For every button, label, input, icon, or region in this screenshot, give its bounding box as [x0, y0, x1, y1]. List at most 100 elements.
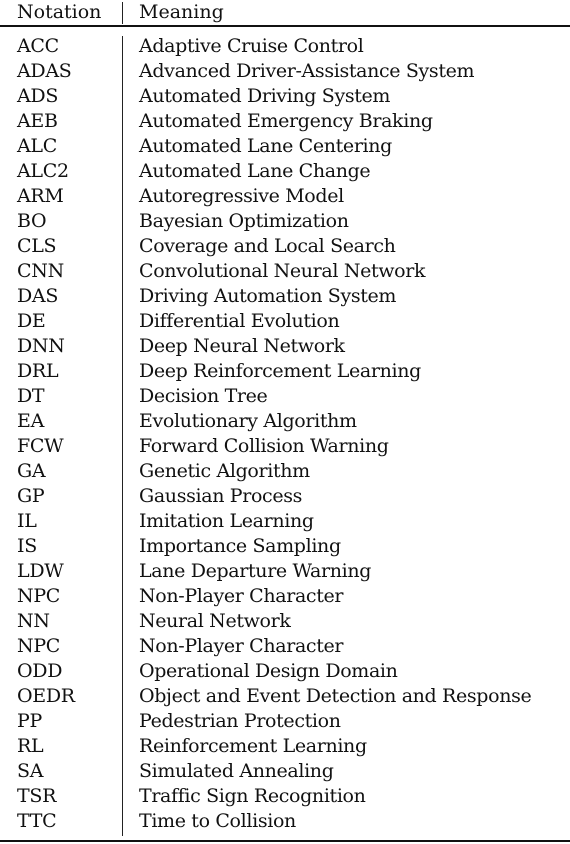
- notation-cell: ALC2: [17, 160, 69, 182]
- meaning-cell: Time to Collision: [139, 810, 296, 832]
- table-header: Notation Meaning: [0, 0, 570, 24]
- notation-cell: OEDR: [17, 685, 75, 707]
- header-meaning: Meaning: [139, 1, 224, 23]
- notation-cell: ADS: [17, 85, 59, 107]
- meaning-cell: Neural Network: [139, 610, 291, 632]
- table-row: ADAS Advanced Driver-Assistance System: [0, 59, 570, 84]
- table-row: TSR Traffic Sign Recognition: [0, 784, 570, 809]
- table-row: FCW Forward Collision Warning: [0, 434, 570, 459]
- table-row: RL Reinforcement Learning: [0, 734, 570, 759]
- notation-cell: LDW: [17, 560, 64, 582]
- table-row: EA Evolutionary Algorithm: [0, 409, 570, 434]
- meaning-cell: Adaptive Cruise Control: [139, 35, 364, 57]
- meaning-cell: Automated Emergency Braking: [139, 110, 433, 132]
- meaning-cell: Pedestrian Protection: [139, 710, 341, 732]
- meaning-cell: Decision Tree: [139, 385, 268, 407]
- notation-cell: IL: [17, 510, 37, 532]
- table-row: CNN Convolutional Neural Network: [0, 259, 570, 284]
- notation-cell: DT: [17, 385, 45, 407]
- notation-cell: TTC: [17, 810, 57, 832]
- meaning-cell: Forward Collision Warning: [139, 435, 389, 457]
- table-row: IS Importance Sampling: [0, 534, 570, 559]
- meaning-cell: Simulated Annealing: [139, 760, 334, 782]
- header-column-divider: [122, 2, 123, 24]
- meaning-cell: Automated Lane Centering: [139, 135, 392, 157]
- meaning-cell: Object and Event Detection and Response: [139, 685, 532, 707]
- notation-cell: CNN: [17, 260, 64, 282]
- meaning-cell: Genetic Algorithm: [139, 460, 310, 482]
- meaning-cell: Advanced Driver-Assistance System: [139, 60, 475, 82]
- table-row: ARM Autoregressive Model: [0, 184, 570, 209]
- table-row: GP Gaussian Process: [0, 484, 570, 509]
- table-row: GA Genetic Algorithm: [0, 459, 570, 484]
- notation-cell: ADAS: [17, 60, 72, 82]
- table-row: ODD Operational Design Domain: [0, 659, 570, 684]
- notation-cell: ALC: [17, 135, 57, 157]
- header-notation: Notation: [17, 1, 102, 23]
- notation-cell: BO: [17, 210, 47, 232]
- notation-cell: ACC: [17, 35, 59, 57]
- table-row: DE Differential Evolution: [0, 309, 570, 334]
- notation-cell: ARM: [17, 185, 64, 207]
- table-row: DNN Deep Neural Network: [0, 334, 570, 359]
- table-row: ACC Adaptive Cruise Control: [0, 34, 570, 59]
- table-row: TTC Time to Collision: [0, 809, 570, 834]
- meaning-cell: Coverage and Local Search: [139, 235, 396, 257]
- notation-cell: GA: [17, 460, 46, 482]
- notation-cell: EA: [17, 410, 44, 432]
- meaning-cell: Non-Player Character: [139, 585, 344, 607]
- table-row: NN Neural Network: [0, 609, 570, 634]
- meaning-cell: Evolutionary Algorithm: [139, 410, 357, 432]
- notation-cell: TSR: [17, 785, 57, 807]
- notation-cell: NPC: [17, 635, 61, 657]
- table-row: ALC Automated Lane Centering: [0, 134, 570, 159]
- table-row: LDW Lane Departure Warning: [0, 559, 570, 584]
- table-row: BO Bayesian Optimization: [0, 209, 570, 234]
- bottom-rule: [0, 840, 570, 842]
- notation-cell: NN: [17, 610, 50, 632]
- notation-cell: AEB: [17, 110, 58, 132]
- notation-cell: PP: [17, 710, 42, 732]
- table-row: NPC Non-Player Character: [0, 634, 570, 659]
- table-body: ACC Adaptive Cruise Control ADAS Advanced D…: [0, 34, 570, 834]
- meaning-cell: Lane Departure Warning: [139, 560, 372, 582]
- table-row: OEDR Object and Event Detection and Respo…: [0, 684, 570, 709]
- meaning-cell: Differential Evolution: [139, 310, 340, 332]
- table-row: NPC Non-Player Character: [0, 584, 570, 609]
- table-row: ADS Automated Driving System: [0, 84, 570, 109]
- table-row: SA Simulated Annealing: [0, 759, 570, 784]
- notation-cell: DRL: [17, 360, 59, 382]
- notation-cell: FCW: [17, 435, 64, 457]
- notation-cell: DE: [17, 310, 46, 332]
- table-row: PP Pedestrian Protection: [0, 709, 570, 734]
- meaning-cell: Reinforcement Learning: [139, 735, 367, 757]
- meaning-cell: Driving Automation System: [139, 285, 397, 307]
- meaning-cell: Automated Lane Change: [139, 160, 371, 182]
- notation-cell: GP: [17, 485, 45, 507]
- table-row: IL Imitation Learning: [0, 509, 570, 534]
- notation-cell: ODD: [17, 660, 63, 682]
- meaning-cell: Bayesian Optimization: [139, 210, 349, 232]
- notation-cell: CLS: [17, 235, 57, 257]
- notation-cell: DNN: [17, 335, 65, 357]
- notation-cell: NPC: [17, 585, 61, 607]
- meaning-cell: Traffic Sign Recognition: [139, 785, 366, 807]
- table-row: ALC2 Automated Lane Change: [0, 159, 570, 184]
- meaning-cell: Imitation Learning: [139, 510, 314, 532]
- notation-cell: IS: [17, 535, 37, 557]
- meaning-cell: Deep Reinforcement Learning: [139, 360, 421, 382]
- meaning-cell: Operational Design Domain: [139, 660, 398, 682]
- meaning-cell: Autoregressive Model: [139, 185, 344, 207]
- notation-cell: RL: [17, 735, 44, 757]
- table-row: DRL Deep Reinforcement Learning: [0, 359, 570, 384]
- meaning-cell: Deep Neural Network: [139, 335, 345, 357]
- table-row: DAS Driving Automation System: [0, 284, 570, 309]
- notation-cell: DAS: [17, 285, 59, 307]
- header-rule: [0, 25, 570, 27]
- table-row: AEB Automated Emergency Braking: [0, 109, 570, 134]
- meaning-cell: Automated Driving System: [139, 85, 391, 107]
- notation-cell: SA: [17, 760, 44, 782]
- table-row: CLS Coverage and Local Search: [0, 234, 570, 259]
- meaning-cell: Gaussian Process: [139, 485, 303, 507]
- meaning-cell: Convolutional Neural Network: [139, 260, 426, 282]
